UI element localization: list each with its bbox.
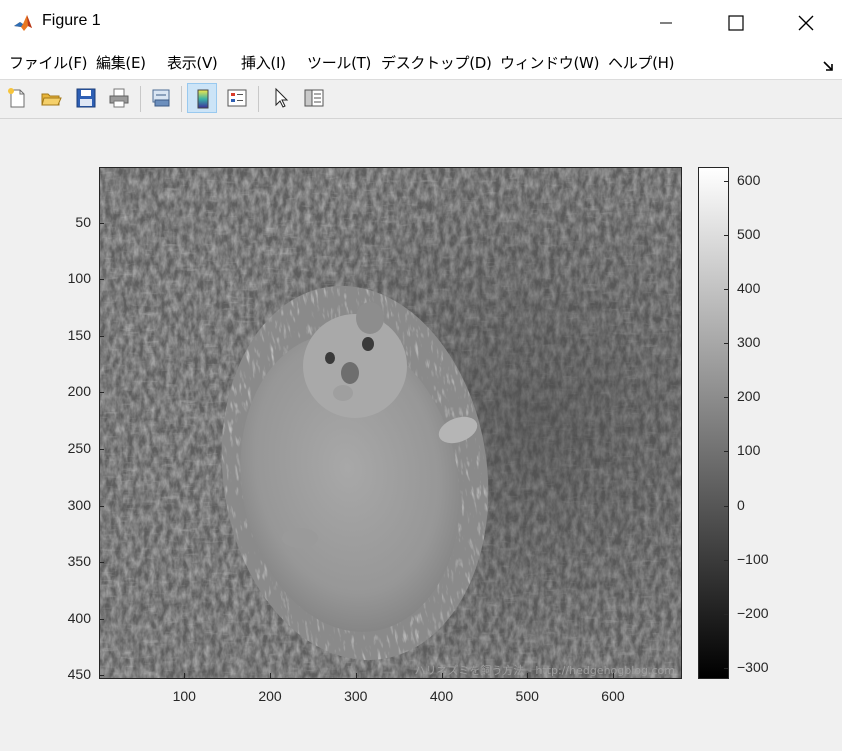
close-icon <box>798 15 814 31</box>
window-title: Figure 1 <box>42 12 101 29</box>
link-plot-button[interactable] <box>146 83 176 113</box>
x-tick-mark <box>441 673 443 678</box>
menu-desktop[interactable]: デスクトップ(D) <box>381 52 492 73</box>
y-tick-label: 450 <box>67 666 91 683</box>
colorbar-tick-mark <box>724 288 728 290</box>
close-button[interactable] <box>783 0 829 45</box>
y-tick-label: 400 <box>67 609 91 626</box>
edit-plot-icon <box>275 87 289 108</box>
menu-view[interactable]: 表示(V) <box>167 52 218 73</box>
insert-legend-icon <box>227 89 247 107</box>
x-tick-mark <box>270 673 272 678</box>
menu-file[interactable]: ファイル(F) <box>9 52 88 73</box>
toolbar-separator <box>181 86 182 112</box>
x-tick-label: 600 <box>601 688 625 704</box>
image-watermark: ハリネズミを飼う方法 - http://hedgehogblog.com <box>414 663 675 677</box>
matlab-logo-icon <box>12 12 34 34</box>
save-icon <box>76 88 96 108</box>
print-button[interactable] <box>104 83 134 113</box>
colorbar-tick-label: −200 <box>737 604 769 621</box>
insert-colorbar-icon <box>197 89 209 109</box>
colorbar-tick-label: 400 <box>737 279 761 296</box>
maximize-icon <box>728 15 744 31</box>
open-file-button[interactable] <box>36 83 66 113</box>
y-tick-mark <box>99 505 104 507</box>
x-tick-mark <box>184 673 186 678</box>
toolbar-separator <box>258 86 259 112</box>
y-tick-label: 50 <box>75 213 91 230</box>
hedgehog-image: ハリネズミを飼う方法 - http://hedgehogblog.com <box>100 168 681 678</box>
y-tick-mark <box>99 675 104 677</box>
y-tick-label: 350 <box>67 553 91 570</box>
y-tick-mark <box>99 392 104 394</box>
x-tick-label: 500 <box>515 688 539 704</box>
edit-plot-button[interactable] <box>266 83 296 113</box>
menu-bar: ファイル(F) 編集(E) 表示(V) 挿入(I) ツール(T) デスクトップ(… <box>0 45 842 80</box>
menu-edit[interactable]: 編集(E) <box>96 52 146 73</box>
x-tick-mark <box>355 673 357 678</box>
x-tick-label: 400 <box>429 688 454 704</box>
colorbar-tick-label: 500 <box>737 225 761 242</box>
colorbar-tick-label: 200 <box>737 388 761 405</box>
y-tick-label: 100 <box>67 270 91 287</box>
x-tick-mark <box>612 673 614 678</box>
colorbar-tick-mark <box>724 397 728 399</box>
new-figure-icon <box>8 88 25 108</box>
title-bar: Figure 1 <box>0 0 842 46</box>
y-tick-mark <box>99 448 104 450</box>
y-tick-label: 300 <box>67 496 91 513</box>
y-tick-label: 150 <box>67 326 91 343</box>
colorbar-tick-label: −100 <box>737 550 769 567</box>
colorbar-tick-mark <box>724 668 728 670</box>
insert-legend-button[interactable] <box>222 83 252 113</box>
image-axes[interactable]: ハリネズミを飼う方法 - http://hedgehogblog.com <box>99 167 682 679</box>
colorbar-tick-label: 100 <box>737 442 761 459</box>
property-inspector-button[interactable] <box>299 83 329 113</box>
colorbar-tick-label: −300 <box>737 659 769 676</box>
colorbar[interactable] <box>698 167 729 679</box>
link-plot-icon <box>152 89 170 107</box>
colorbar-tick-mark <box>724 451 728 453</box>
colorbar-tick-mark <box>724 505 728 507</box>
maximize-button[interactable] <box>712 0 758 45</box>
colorbar-tick-label: 0 <box>737 496 745 513</box>
minimize-button[interactable] <box>643 0 689 45</box>
colorbar-tick-mark <box>724 180 728 182</box>
save-button[interactable] <box>71 83 101 113</box>
insert-colorbar-button[interactable] <box>187 83 217 113</box>
print-icon <box>109 88 129 108</box>
y-tick-mark <box>99 335 104 337</box>
minimize-icon <box>660 22 672 24</box>
colorbar-tick-label: 600 <box>737 171 761 188</box>
y-tick-mark <box>99 562 104 564</box>
y-tick-label: 200 <box>67 383 91 400</box>
colorbar-tick-mark <box>724 613 728 615</box>
property-inspector-icon <box>304 89 324 107</box>
y-tick-mark <box>99 618 104 620</box>
colorbar-tick-mark <box>724 343 728 345</box>
toolbar-separator <box>140 86 141 112</box>
y-tick-label: 250 <box>67 439 91 456</box>
menu-tools[interactable]: ツール(T) <box>307 52 371 73</box>
menu-help[interactable]: ヘルプ(H) <box>608 52 674 73</box>
open-file-icon <box>41 93 62 106</box>
menu-insert[interactable]: 挿入(I) <box>241 52 286 73</box>
colorbar-tick-mark <box>724 559 728 561</box>
y-tick-mark <box>99 279 104 281</box>
figure-toolbar <box>0 80 842 119</box>
x-tick-label: 200 <box>258 688 282 704</box>
new-figure-button[interactable] <box>2 83 32 113</box>
x-tick-label: 100 <box>172 688 196 704</box>
x-tick-label: 300 <box>344 688 368 704</box>
colorbar-tick-mark <box>724 234 728 236</box>
menu-window[interactable]: ウィンドウ(W) <box>500 52 599 73</box>
x-tick-mark <box>527 673 529 678</box>
dock-arrow-icon[interactable] <box>822 57 834 71</box>
y-tick-mark <box>99 222 104 224</box>
colorbar-tick-label: 300 <box>737 334 761 351</box>
